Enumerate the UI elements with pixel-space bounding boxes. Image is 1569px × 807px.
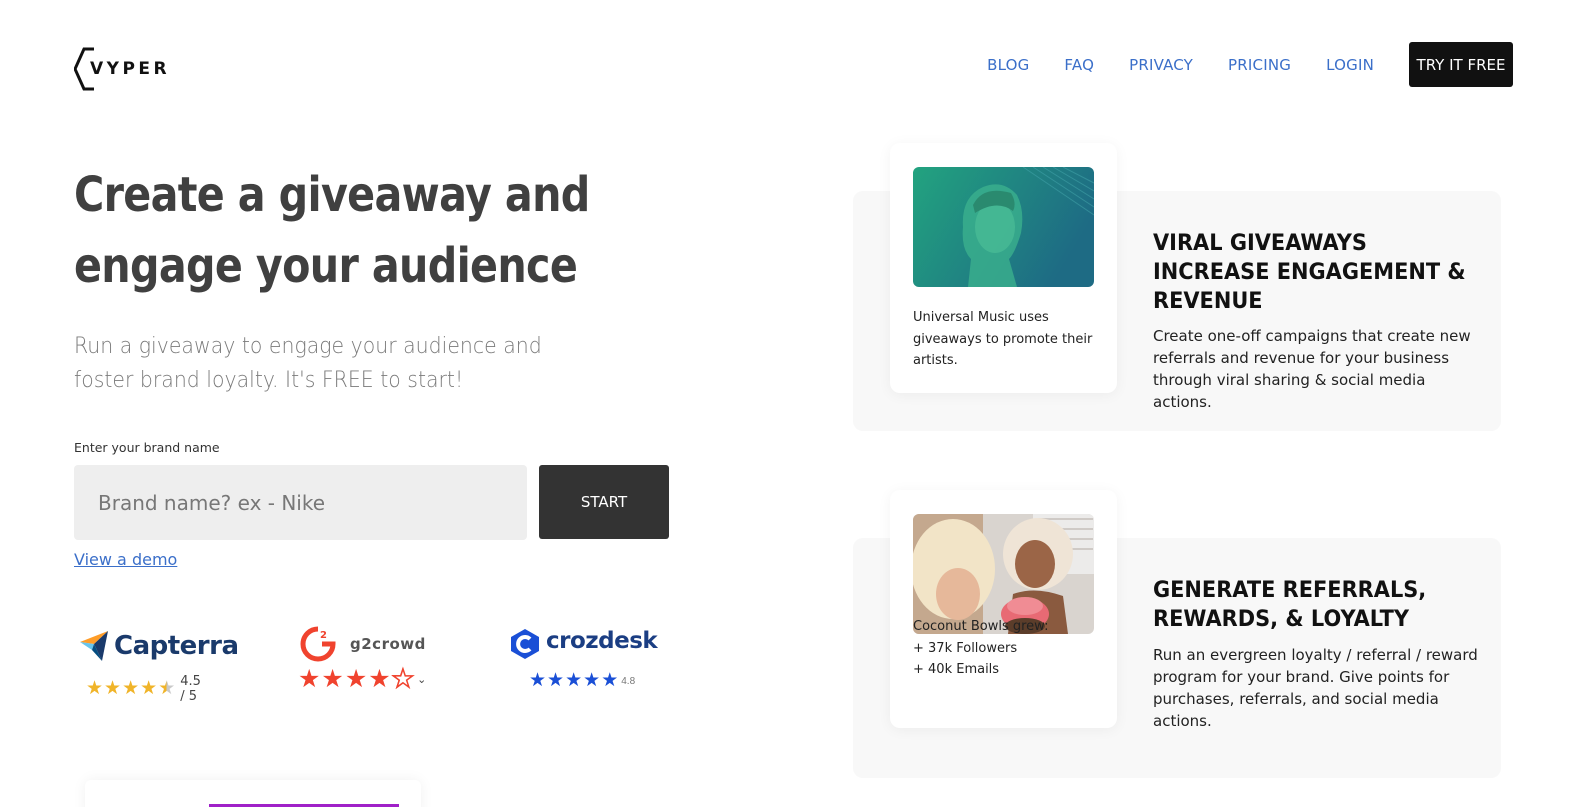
feature-referrals-loyalty: Coconut Bowls grew: + 37k Followers + 40… [853,490,1501,778]
g2-logo-icon: 2 [300,626,336,662]
case-line: giveaways to promote their [913,331,1093,347]
feature-title: GENERATE REFERRALS, REWARDS, & LOYALTY [1153,576,1476,634]
star-icon: ★ [104,678,122,699]
partial-card [85,780,421,807]
case-line: + 37k Followers [913,640,1018,656]
capterra-name: Capterra [114,631,239,661]
nav-login-link[interactable]: LOGIN [1326,56,1374,74]
crozdesk-stars: ★ ★ ★ ★ ★ 4.8 [529,670,635,692]
feature-title-line: REVENUE [1153,289,1263,314]
star-icon: ★ [547,670,565,691]
star-icon: ★ [565,670,583,691]
vyper-logo[interactable]: VYPER [74,47,167,91]
case-line: Universal Music uses [913,310,1049,325]
case-line: + 40k Emails [913,662,1000,677]
brand-name-label: Enter your brand name [74,440,220,455]
capterra-logo-icon [80,631,108,661]
try-it-free-button[interactable]: TRY IT FREE [1409,42,1513,87]
view-demo-link[interactable]: View a demo [74,550,177,569]
nav-blog-link[interactable]: BLOG [987,56,1029,74]
hero-subtitle-line-1: Run a giveaway to engage your audience a… [74,334,542,359]
crozdesk-name: crozdesk [546,628,658,654]
hero-subtitle-line-2: foster brand loyalty. It's FREE to start… [74,368,464,393]
hero-title: Create a giveaway and engage your audien… [74,160,624,302]
star-icon: ★ [583,670,601,691]
start-button[interactable]: START [539,465,669,539]
case-study-text: Universal Music uses giveaways to promot… [913,307,1103,372]
hero-subtitle: Run a giveaway to engage your audience a… [74,330,558,398]
feature-viral-giveaways: Universal Music uses giveaways to promot… [853,143,1501,431]
star-icon: ★ [321,665,344,693]
g2-stars: ★ ★ ★ ★ ★ ⌄ [298,665,427,693]
case-study-text: Coconut Bowls grew: + 37k Followers + 40… [913,616,1103,681]
nav-pricing-link[interactable]: PRICING [1228,56,1291,74]
artist-photo [913,167,1094,287]
g2crowd-name: g2crowd [350,635,426,653]
feature-title-line: VIRAL GIVEAWAYS [1153,231,1367,256]
feature-title: VIRAL GIVEAWAYS INCREASE ENGAGEMENT & RE… [1153,229,1476,316]
feature-description: Run an evergreen loyalty / referral / re… [1153,646,1478,730]
top-nav: BLOG FAQ PRIVACY PRICING LOGIN TRY IT FR… [987,42,1513,87]
hero-title-line-2: engage your audience [74,238,578,294]
feature-title-line: INCREASE ENGAGEMENT & [1153,260,1466,285]
case-study-card[interactable]: Universal Music uses giveaways to promot… [890,143,1117,393]
case-study-card[interactable]: Coconut Bowls grew: + 37k Followers + 40… [890,490,1117,728]
star-icon: ★ [86,678,104,699]
star-icon: ★ [140,678,158,699]
feature-description: Create one-off campaigns that create new… [1153,327,1471,411]
hero-title-line-1: Create a giveaway and [74,167,590,223]
capterra-stars: ★ ★ ★ ★ ★ 4.5 / 5 [86,674,201,704]
half-star-icon: ★ [158,678,176,699]
crozdesk-score: 4.8 [621,675,636,687]
star-icon: ★ [344,665,368,693]
case-line: artists. [913,353,958,368]
chevron-down-icon: ⌄ [417,673,427,686]
case-line: Coconut Bowls grew: [913,619,1049,634]
star-icon: ★ [368,665,391,693]
star-icon: ★ [601,670,619,691]
brand-name-input[interactable] [74,465,527,540]
svg-text:2: 2 [320,630,327,641]
star-icon: ★ [529,670,547,691]
feature-title-line: GENERATE REFERRALS, [1153,578,1427,603]
nav-faq-link[interactable]: FAQ [1064,56,1094,74]
star-icon: ★ [298,665,321,693]
crozdesk-logo-icon [511,629,539,659]
logo-text: VYPER [90,59,171,79]
half-star-icon: ★ [391,665,415,693]
nav-privacy-link[interactable]: PRIVACY [1129,56,1193,74]
feature-title-line: REWARDS, & LOYALTY [1153,607,1410,632]
star-icon: ★ [122,678,140,699]
capterra-score: 4.5 / 5 [180,674,201,704]
